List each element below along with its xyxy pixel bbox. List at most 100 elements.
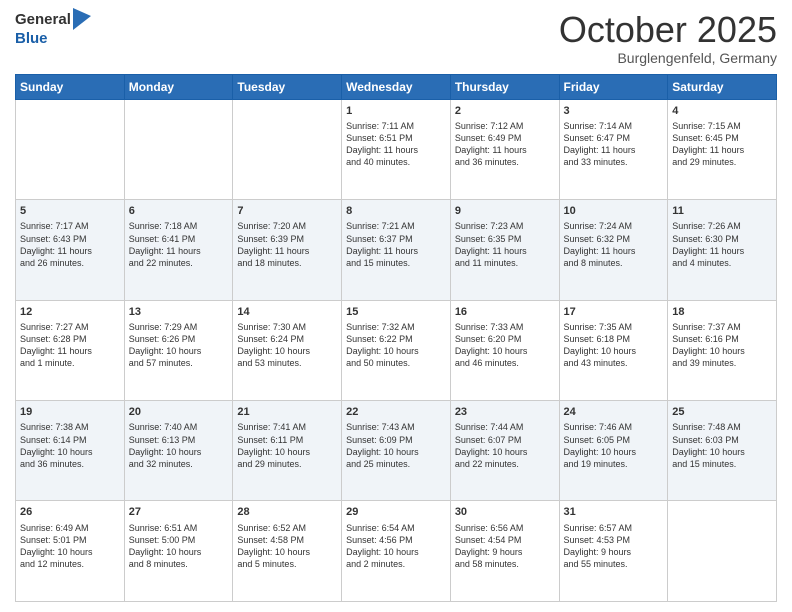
day-info: Sunrise: 7:29 AM Sunset: 6:26 PM Dayligh… (129, 321, 229, 370)
calendar-cell: 6Sunrise: 7:18 AM Sunset: 6:41 PM Daylig… (124, 200, 233, 300)
calendar-cell: 4Sunrise: 7:15 AM Sunset: 6:45 PM Daylig… (668, 99, 777, 199)
day-info: Sunrise: 7:26 AM Sunset: 6:30 PM Dayligh… (672, 220, 772, 269)
day-info: Sunrise: 7:41 AM Sunset: 6:11 PM Dayligh… (237, 421, 337, 470)
calendar-cell: 20Sunrise: 7:40 AM Sunset: 6:13 PM Dayli… (124, 401, 233, 501)
day-info: Sunrise: 6:52 AM Sunset: 4:58 PM Dayligh… (237, 522, 337, 571)
day-info: Sunrise: 7:30 AM Sunset: 6:24 PM Dayligh… (237, 321, 337, 370)
day-number: 26 (20, 505, 120, 520)
day-info: Sunrise: 7:18 AM Sunset: 6:41 PM Dayligh… (129, 220, 229, 269)
calendar-cell: 2Sunrise: 7:12 AM Sunset: 6:49 PM Daylig… (450, 99, 559, 199)
day-info: Sunrise: 7:24 AM Sunset: 6:32 PM Dayligh… (564, 220, 664, 269)
day-info: Sunrise: 6:56 AM Sunset: 4:54 PM Dayligh… (455, 522, 555, 571)
day-header-friday: Friday (559, 74, 668, 99)
calendar-cell: 29Sunrise: 6:54 AM Sunset: 4:56 PM Dayli… (342, 501, 451, 602)
calendar-cell: 8Sunrise: 7:21 AM Sunset: 6:37 PM Daylig… (342, 200, 451, 300)
calendar-cell: 1Sunrise: 7:11 AM Sunset: 6:51 PM Daylig… (342, 99, 451, 199)
day-info: Sunrise: 7:40 AM Sunset: 6:13 PM Dayligh… (129, 421, 229, 470)
day-info: Sunrise: 7:20 AM Sunset: 6:39 PM Dayligh… (237, 220, 337, 269)
day-info: Sunrise: 7:33 AM Sunset: 6:20 PM Dayligh… (455, 321, 555, 370)
logo: General Blue (15, 10, 91, 48)
calendar-week-5: 26 Sunrise: 6:49 AM Sunset: 5:01 PM Dayli… (16, 501, 777, 602)
calendar-cell (668, 501, 777, 602)
day-header-monday: Monday (124, 74, 233, 99)
calendar-cell: 9Sunrise: 7:23 AM Sunset: 6:35 PM Daylig… (450, 200, 559, 300)
calendar-week-2: 5Sunrise: 7:17 AM Sunset: 6:43 PM Daylig… (16, 200, 777, 300)
calendar-cell: 28 Sunrise: 6:52 AM Sunset: 4:58 PM Dayli… (233, 501, 342, 602)
day-header-wednesday: Wednesday (342, 74, 451, 99)
day-number: 14 (237, 305, 337, 320)
day-info: Sunrise: 7:35 AM Sunset: 6:18 PM Dayligh… (564, 321, 664, 370)
calendar-cell: 12Sunrise: 7:27 AM Sunset: 6:28 PM Dayli… (16, 300, 125, 400)
location-subtitle: Burglengenfeld, Germany (559, 50, 777, 66)
day-number: 21 (237, 405, 337, 420)
calendar-week-4: 19Sunrise: 7:38 AM Sunset: 6:14 PM Dayli… (16, 401, 777, 501)
day-number: 28 (237, 505, 337, 520)
day-number: 1 (346, 104, 446, 119)
day-number: 20 (129, 405, 229, 420)
calendar-cell: 27 Sunrise: 6:51 AM Sunset: 5:00 PM Dayli… (124, 501, 233, 602)
calendar-cell: 23Sunrise: 7:44 AM Sunset: 6:07 PM Dayli… (450, 401, 559, 501)
calendar-week-3: 12Sunrise: 7:27 AM Sunset: 6:28 PM Dayli… (16, 300, 777, 400)
day-info: Sunrise: 7:11 AM Sunset: 6:51 PM Dayligh… (346, 120, 446, 169)
day-header-thursday: Thursday (450, 74, 559, 99)
day-number: 5 (20, 204, 120, 219)
day-info: Sunrise: 7:15 AM Sunset: 6:45 PM Dayligh… (672, 120, 772, 169)
day-number: 11 (672, 204, 772, 219)
day-number: 3 (564, 104, 664, 119)
day-info: Sunrise: 7:43 AM Sunset: 6:09 PM Dayligh… (346, 421, 446, 470)
day-info: Sunrise: 6:51 AM Sunset: 5:00 PM Dayligh… (129, 522, 229, 571)
calendar-cell (16, 99, 125, 199)
day-number: 18 (672, 305, 772, 320)
day-header-saturday: Saturday (668, 74, 777, 99)
day-header-tuesday: Tuesday (233, 74, 342, 99)
calendar-cell: 5Sunrise: 7:17 AM Sunset: 6:43 PM Daylig… (16, 200, 125, 300)
day-number: 27 (129, 505, 229, 520)
title-block: October 2025 Burglengenfeld, Germany (559, 10, 777, 66)
day-info: Sunrise: 7:44 AM Sunset: 6:07 PM Dayligh… (455, 421, 555, 470)
calendar-cell: 26 Sunrise: 6:49 AM Sunset: 5:01 PM Dayli… (16, 501, 125, 602)
calendar-cell: 15Sunrise: 7:32 AM Sunset: 6:22 PM Dayli… (342, 300, 451, 400)
calendar-cell: 18Sunrise: 7:37 AM Sunset: 6:16 PM Dayli… (668, 300, 777, 400)
calendar-cell: 19Sunrise: 7:38 AM Sunset: 6:14 PM Dayli… (16, 401, 125, 501)
month-title: October 2025 (559, 10, 777, 50)
calendar-cell: 21Sunrise: 7:41 AM Sunset: 6:11 PM Dayli… (233, 401, 342, 501)
day-number: 17 (564, 305, 664, 320)
calendar-cell: 16Sunrise: 7:33 AM Sunset: 6:20 PM Dayli… (450, 300, 559, 400)
calendar-cell: 17Sunrise: 7:35 AM Sunset: 6:18 PM Dayli… (559, 300, 668, 400)
day-info: Sunrise: 7:14 AM Sunset: 6:47 PM Dayligh… (564, 120, 664, 169)
day-info: Sunrise: 6:54 AM Sunset: 4:56 PM Dayligh… (346, 522, 446, 571)
day-number: 19 (20, 405, 120, 420)
day-number: 9 (455, 204, 555, 219)
day-info: Sunrise: 7:12 AM Sunset: 6:49 PM Dayligh… (455, 120, 555, 169)
day-number: 2 (455, 104, 555, 119)
calendar-cell: 30Sunrise: 6:56 AM Sunset: 4:54 PM Dayli… (450, 501, 559, 602)
calendar-cell: 3Sunrise: 7:14 AM Sunset: 6:47 PM Daylig… (559, 99, 668, 199)
logo-icon (73, 8, 91, 30)
calendar-header-row: SundayMondayTuesdayWednesdayThursdayFrid… (16, 74, 777, 99)
day-info: Sunrise: 7:48 AM Sunset: 6:03 PM Dayligh… (672, 421, 772, 470)
calendar-cell: 24Sunrise: 7:46 AM Sunset: 6:05 PM Dayli… (559, 401, 668, 501)
calendar-cell: 31 Sunrise: 6:57 AM Sunset: 4:53 PM Dayli… (559, 501, 668, 602)
day-info: Sunrise: 7:37 AM Sunset: 6:16 PM Dayligh… (672, 321, 772, 370)
day-number: 31 (564, 505, 664, 520)
day-number: 6 (129, 204, 229, 219)
calendar-cell: 14Sunrise: 7:30 AM Sunset: 6:24 PM Dayli… (233, 300, 342, 400)
day-number: 22 (346, 405, 446, 420)
calendar-cell: 25Sunrise: 7:48 AM Sunset: 6:03 PM Dayli… (668, 401, 777, 501)
day-info: Sunrise: 7:17 AM Sunset: 6:43 PM Dayligh… (20, 220, 120, 269)
day-info: Sunrise: 7:46 AM Sunset: 6:05 PM Dayligh… (564, 421, 664, 470)
day-number: 4 (672, 104, 772, 119)
calendar-cell: 10Sunrise: 7:24 AM Sunset: 6:32 PM Dayli… (559, 200, 668, 300)
day-info: Sunrise: 6:57 AM Sunset: 4:53 PM Dayligh… (564, 522, 664, 571)
day-info: Sunrise: 7:32 AM Sunset: 6:22 PM Dayligh… (346, 321, 446, 370)
day-number: 16 (455, 305, 555, 320)
calendar-table: SundayMondayTuesdayWednesdayThursdayFrid… (15, 74, 777, 602)
day-info: Sunrise: 7:38 AM Sunset: 6:14 PM Dayligh… (20, 421, 120, 470)
day-info: Sunrise: 6:49 AM Sunset: 5:01 PM Dayligh… (20, 522, 120, 571)
calendar-cell (233, 99, 342, 199)
header: General Blue October 2025 Burglengenfeld… (15, 10, 777, 66)
day-number: 13 (129, 305, 229, 320)
page: General Blue October 2025 Burglengenfeld… (0, 0, 792, 612)
day-info: Sunrise: 7:27 AM Sunset: 6:28 PM Dayligh… (20, 321, 120, 370)
day-info: Sunrise: 7:21 AM Sunset: 6:37 PM Dayligh… (346, 220, 446, 269)
